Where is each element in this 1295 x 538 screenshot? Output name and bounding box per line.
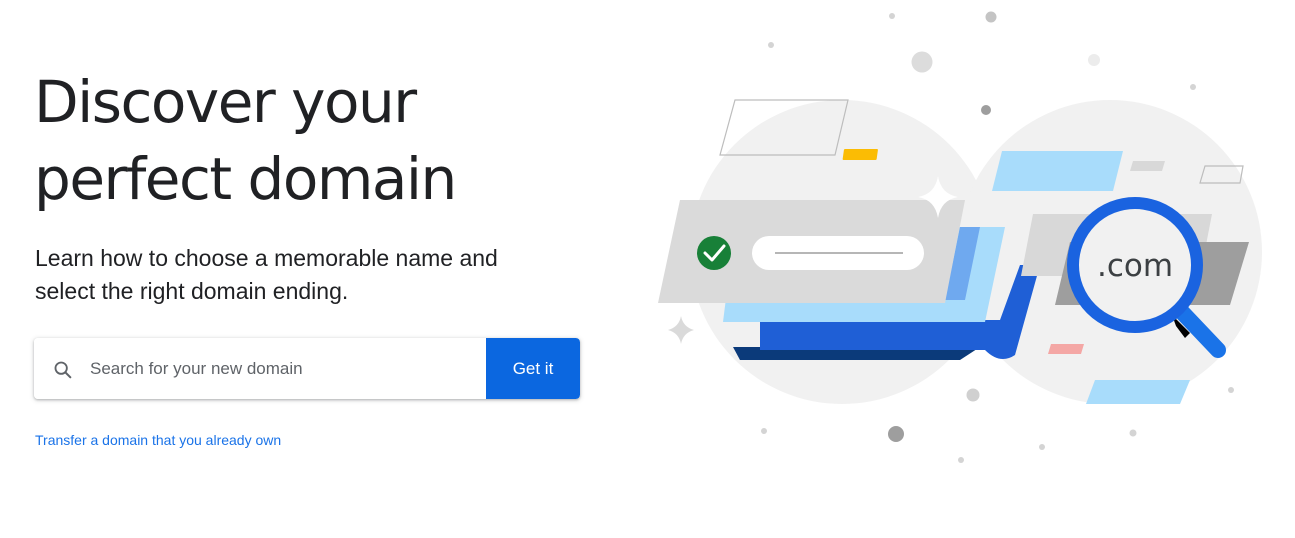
page-title-line-2: perfect domain [34,145,457,213]
transfer-domain-link[interactable]: Transfer a domain that you already own [35,432,281,448]
gray-chip-top [1130,161,1165,171]
domain-search-input[interactable] [88,357,462,380]
domain-illustration: .com [658,11,1262,463]
checkmark-icon [697,236,731,270]
page-title-line-1: Discover your [34,68,417,136]
sparkle-icon-small [668,316,694,344]
magnifier-text: .com [1097,248,1173,284]
search-icon [52,359,74,381]
search-field[interactable] [34,338,486,399]
light-blue-card-bottom [1086,380,1190,404]
page-subtitle-line-1: Learn how to choose a memorable name and [35,245,498,271]
search-result-card [658,200,965,303]
page-subtitle: Learn how to choose a memorable name and… [35,242,575,308]
domains-landing-page: Discover your perfect domain Learn how t… [0,0,1295,538]
page-subtitle-line-2: select the right domain ending. [35,278,349,304]
light-blue-card-top [992,151,1123,191]
get-it-button[interactable]: Get it [486,338,580,399]
pink-chip [1048,344,1084,354]
page-title: Discover your perfect domain [34,64,594,218]
yellow-chip [842,149,878,160]
domain-search-box: Get it [34,338,580,399]
